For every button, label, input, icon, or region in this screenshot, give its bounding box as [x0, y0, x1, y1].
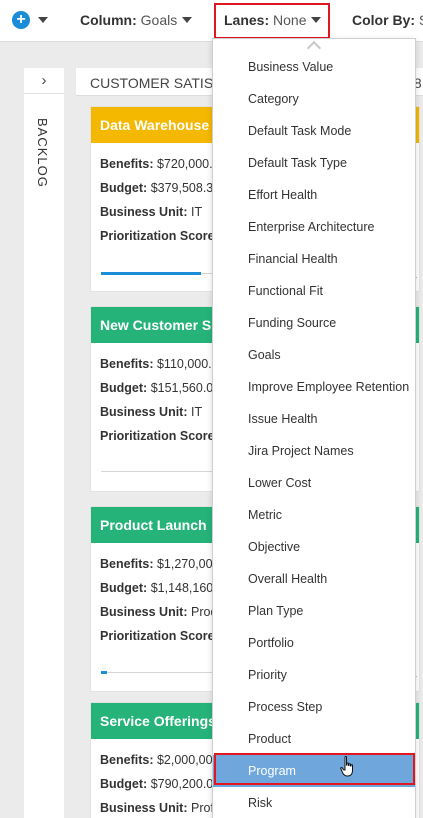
lane-option-enterprise-architecture[interactable]: Enterprise Architecture: [213, 211, 415, 243]
lane-option-effort-health[interactable]: Effort Health: [213, 179, 415, 211]
column-selector[interactable]: Column: Goals: [80, 12, 177, 28]
lane-option-issue-health[interactable]: Issue Health: [213, 403, 415, 435]
lane-option-objective[interactable]: Objective: [213, 531, 415, 563]
toolbar: + Column: Goals Lanes: None Color By: S: [0, 0, 423, 42]
lanes-highlight-box: [214, 3, 330, 39]
column-title: CUSTOMER SATIS: [90, 75, 214, 91]
lane-option-process-step[interactable]: Process Step: [213, 691, 415, 723]
backlog-panel: › BACKLOG: [24, 68, 64, 818]
chevron-right-icon[interactable]: ›: [24, 68, 64, 94]
lane-option-plan-type[interactable]: Plan Type: [213, 595, 415, 627]
lane-option-improve-employee-retention[interactable]: Improve Employee Retention: [213, 371, 415, 403]
lane-option-default-task-type[interactable]: Default Task Type: [213, 147, 415, 179]
lane-option-financial-health[interactable]: Financial Health: [213, 243, 415, 275]
lane-option-portfolio[interactable]: Portfolio: [213, 627, 415, 659]
lane-option-jira-project-names[interactable]: Jira Project Names: [213, 435, 415, 467]
plus-circle-icon[interactable]: +: [12, 11, 30, 29]
lane-option-product[interactable]: Product: [213, 723, 415, 755]
lane-option-risk[interactable]: Risk: [213, 787, 415, 818]
lane-option-lower-cost[interactable]: Lower Cost: [213, 467, 415, 499]
lanes-dropdown: Business Value Category Default Task Mod…: [212, 38, 416, 818]
lane-option-functional-fit[interactable]: Functional Fit: [213, 275, 415, 307]
lane-option-overall-health[interactable]: Overall Health: [213, 563, 415, 595]
lane-option-metric[interactable]: Metric: [213, 499, 415, 531]
progress-bar: [101, 272, 201, 275]
column-caret-icon[interactable]: [182, 17, 192, 23]
lane-option-category[interactable]: Category: [213, 83, 415, 115]
lane-option-funding-source[interactable]: Funding Source: [213, 307, 415, 339]
backlog-label[interactable]: BACKLOG: [35, 118, 50, 188]
program-highlight-box: [214, 753, 415, 785]
lane-option-priority[interactable]: Priority: [213, 659, 415, 691]
progress-bar: [101, 671, 107, 674]
color-by-selector[interactable]: Color By: S: [352, 12, 423, 28]
lane-option-default-task-mode[interactable]: Default Task Mode: [213, 115, 415, 147]
lane-option-goals[interactable]: Goals: [213, 339, 415, 371]
lane-option-business-value[interactable]: Business Value: [213, 51, 415, 83]
add-dropdown-caret-icon[interactable]: [38, 17, 48, 23]
hand-pointer-icon: [340, 755, 356, 783]
